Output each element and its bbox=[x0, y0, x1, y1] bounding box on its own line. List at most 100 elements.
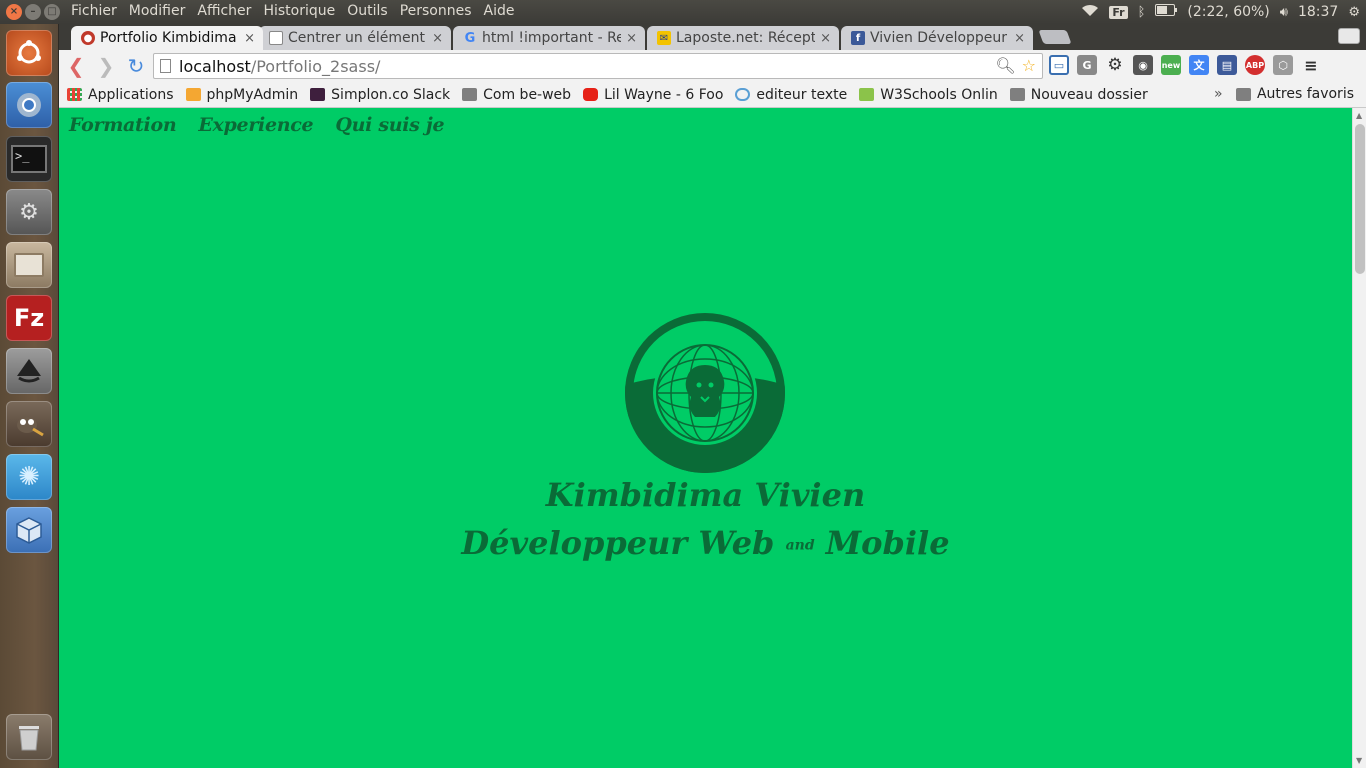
back-button[interactable]: ❮ bbox=[63, 53, 89, 79]
apps-grid-icon bbox=[67, 88, 82, 101]
bookmark-w3schools[interactable]: W3Schools Onlin bbox=[859, 87, 998, 103]
logo-globe-lion-icon bbox=[625, 313, 785, 473]
bluefish-editor-icon[interactable]: ✺ bbox=[6, 454, 52, 500]
nav-link-qui-suis-je[interactable]: Qui suis je bbox=[335, 114, 444, 136]
bookmark-label: Applications bbox=[88, 86, 174, 103]
adblock-plus-icon[interactable]: ABP bbox=[1245, 55, 1265, 75]
page-info-icon[interactable] bbox=[160, 59, 171, 73]
battery-status: (2:22, 60%) bbox=[1187, 4, 1270, 20]
menu-fichier[interactable]: Fichier bbox=[71, 3, 117, 19]
tab-laposte[interactable]: ✉ Laposte.net: Récept × bbox=[647, 26, 839, 50]
translate-extension-icon[interactable]: 文 bbox=[1189, 55, 1209, 75]
new-extension-icon[interactable]: new bbox=[1161, 55, 1181, 75]
menu-afficher[interactable]: Afficher bbox=[197, 3, 251, 19]
vertical-scrollbar[interactable]: ▲ ▼ bbox=[1352, 108, 1366, 768]
close-tab-icon[interactable]: × bbox=[626, 31, 637, 46]
bookmark-youtube[interactable]: Lil Wayne - 6 Foo bbox=[583, 87, 723, 103]
tab-title: Centrer un élément bbox=[288, 30, 425, 46]
maximize-window-button[interactable]: □ bbox=[44, 4, 60, 20]
filezilla-icon[interactable]: Fz bbox=[6, 295, 52, 341]
keyboard-layout-indicator[interactable]: Fr bbox=[1109, 5, 1128, 19]
scrollbar-thumb[interactable] bbox=[1355, 124, 1365, 274]
zoom-search-icon[interactable]: 🔍︎ bbox=[995, 56, 1015, 75]
bookmark-phpmyadmin[interactable]: phpMyAdmin bbox=[185, 87, 298, 103]
nav-link-formation[interactable]: Formation bbox=[69, 114, 177, 136]
settings-extension-icon[interactable]: ⚙ bbox=[1105, 55, 1125, 75]
hero-title: Kimbidima Vivien Développeur Web and Mob… bbox=[59, 473, 1352, 572]
grammarly-extension-icon[interactable]: G bbox=[1077, 55, 1097, 75]
role-ampersand: and bbox=[785, 537, 815, 554]
menu-modifier[interactable]: Modifier bbox=[129, 3, 186, 19]
more-bookmarks-chevron[interactable]: » bbox=[1214, 86, 1223, 102]
inkscape-icon[interactable] bbox=[6, 348, 52, 394]
gear-icon[interactable]: ⚙ bbox=[1348, 5, 1360, 20]
browser-toolbar: ❮ ❯ ↻ localhost/Portfolio_2sass/ 🔍︎ ☆ ▭ … bbox=[59, 50, 1366, 82]
gimp-icon[interactable] bbox=[6, 401, 52, 447]
tab-facebook[interactable]: f Vivien Développeur × bbox=[841, 26, 1033, 50]
tab-portfolio[interactable]: ● Portfolio Kimbidima × bbox=[71, 26, 263, 50]
bookmark-label: editeur texte bbox=[756, 86, 848, 103]
bluetooth-icon[interactable]: ᛒ bbox=[1138, 5, 1146, 20]
incognito-extension-icon[interactable]: ◉ bbox=[1133, 55, 1153, 75]
bookmark-com-be-web[interactable]: Com be-web bbox=[462, 87, 571, 103]
browser-window-button[interactable] bbox=[1338, 28, 1360, 44]
system-indicators: Fr ᛒ (2:22, 60%) 🔊︎ 18:37 ⚙ bbox=[1081, 3, 1360, 21]
portfolio-icon: ● bbox=[81, 31, 95, 45]
volume-icon[interactable]: 🔊︎ bbox=[1280, 5, 1288, 20]
chrome-menu-icon[interactable]: ≡ bbox=[1301, 55, 1321, 75]
bookmark-slack[interactable]: Simplon.co Slack bbox=[310, 87, 450, 103]
bookmark-applications[interactable]: Applications bbox=[67, 87, 174, 103]
bookmark-label: W3Schools Onlin bbox=[880, 86, 998, 103]
screenshot-extension-icon[interactable]: ▭ bbox=[1049, 55, 1069, 75]
menu-outils[interactable]: Outils bbox=[347, 3, 387, 19]
battery-icon[interactable] bbox=[1155, 4, 1178, 20]
reload-button[interactable]: ↻ bbox=[123, 53, 149, 79]
box-extension-icon[interactable]: ⬡ bbox=[1273, 55, 1293, 75]
close-tab-icon[interactable]: × bbox=[1014, 31, 1025, 46]
folder-icon bbox=[1009, 88, 1025, 101]
wifi-icon[interactable] bbox=[1081, 3, 1099, 21]
files-icon[interactable] bbox=[6, 242, 52, 288]
phpmyadmin-icon bbox=[185, 88, 201, 101]
tab-google[interactable]: G html !important - Re × bbox=[453, 26, 645, 50]
menu-aide[interactable]: Aide bbox=[484, 3, 515, 19]
new-tab-button[interactable] bbox=[1038, 30, 1072, 44]
minimize-window-button[interactable]: – bbox=[25, 4, 41, 20]
trash-icon[interactable] bbox=[6, 714, 52, 760]
scroll-down-arrow-icon[interactable]: ▼ bbox=[1356, 756, 1362, 765]
site-nav: Formation Experience Qui suis je bbox=[69, 114, 445, 136]
ubuntu-dash-icon[interactable] bbox=[6, 30, 52, 76]
bookmark-other-favorites[interactable]: Autres favoris bbox=[1235, 86, 1354, 102]
clock[interactable]: 18:37 bbox=[1298, 4, 1338, 20]
nav-link-experience[interactable]: Experience bbox=[198, 114, 313, 136]
slack-icon bbox=[310, 88, 326, 101]
site-name: Kimbidima Vivien bbox=[545, 476, 866, 514]
address-bar[interactable]: localhost/Portfolio_2sass/ 🔍︎ ☆ bbox=[153, 53, 1043, 79]
menu-personnes[interactable]: Personnes bbox=[400, 3, 472, 19]
close-tab-icon[interactable]: × bbox=[432, 31, 443, 46]
virtualbox-icon[interactable] bbox=[6, 507, 52, 553]
window-controls: × – □ bbox=[6, 4, 60, 20]
card-extension-icon[interactable]: ▤ bbox=[1217, 55, 1237, 75]
bookmark-star-icon[interactable]: ☆ bbox=[1022, 56, 1036, 75]
close-window-button[interactable]: × bbox=[6, 4, 22, 20]
bookmark-editeur-texte[interactable]: editeur texte bbox=[735, 87, 847, 103]
system-settings-icon[interactable]: ⚙ bbox=[6, 189, 52, 235]
laposte-icon: ✉ bbox=[657, 31, 671, 45]
terminal-icon[interactable]: >_ bbox=[6, 136, 52, 182]
bookmark-label: Simplon.co Slack bbox=[331, 86, 451, 103]
role-part-1: Développeur Web bbox=[461, 524, 775, 562]
url-host: localhost bbox=[179, 56, 251, 76]
forward-button[interactable]: ❯ bbox=[93, 53, 119, 79]
bookmark-nouveau-dossier[interactable]: Nouveau dossier bbox=[1009, 87, 1148, 103]
scroll-up-arrow-icon[interactable]: ▲ bbox=[1356, 111, 1362, 120]
bookmark-label: Com be-web bbox=[483, 86, 572, 103]
tab-centrer[interactable]: Centrer un élément × bbox=[259, 26, 451, 50]
url-path: /Portfolio_2sass/ bbox=[250, 56, 381, 76]
youtube-icon bbox=[583, 88, 599, 101]
menu-historique[interactable]: Historique bbox=[263, 3, 335, 19]
close-tab-icon[interactable]: × bbox=[820, 31, 831, 46]
close-tab-icon[interactable]: × bbox=[244, 31, 255, 46]
w3schools-icon bbox=[859, 88, 875, 101]
chrome-browser-icon[interactable] bbox=[6, 82, 52, 128]
